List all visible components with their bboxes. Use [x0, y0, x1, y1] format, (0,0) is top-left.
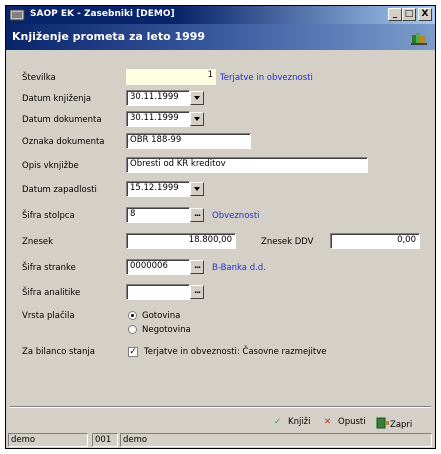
app-icon: [10, 9, 25, 21]
form-header: Knjiženje prometa za leto 1999: [6, 24, 435, 50]
znesek-input[interactable]: 18.800,00: [126, 233, 236, 249]
status-user: demo: [8, 433, 88, 447]
bookshelf-icon: [411, 33, 427, 45]
form-title: Knjiženje prometa za leto 1999: [12, 30, 206, 43]
opis-vknjizbe-input[interactable]: Obresti od KR kreditov: [126, 157, 368, 173]
title-bar[interactable]: SAOP EK - Zasebniki [DEMO] _ □ X: [6, 6, 435, 24]
sifra-analitike-label: Šifra analitike: [22, 288, 81, 298]
datum-zapadlosti-input[interactable]: 15.12.1999: [126, 181, 190, 197]
datum-knjizenja-input[interactable]: 30.11.1999: [126, 90, 190, 106]
znesek-ddv-label: Znesek DDV: [261, 237, 314, 247]
actions-divider: [10, 406, 431, 408]
sifra-stolpca-label: Šifra stolpca: [22, 211, 75, 221]
datum-zapadlosti-dropdown[interactable]: [190, 182, 204, 196]
stevilka-field[interactable]: 1: [126, 69, 216, 85]
sifra-stranke-label: Šifra stranke: [22, 263, 76, 273]
maximize-button[interactable]: □: [402, 8, 416, 21]
window-title: SAOP EK - Zasebniki [DEMO]: [30, 9, 175, 19]
datum-knjizenja-label: Datum knjiženja: [22, 94, 92, 104]
status-name: demo: [120, 433, 432, 447]
minimize-button[interactable]: _: [388, 8, 402, 21]
knjizi-label: Knjiži: [288, 417, 311, 427]
sifra-stolpca-note: Obveznosti: [212, 211, 260, 221]
sifra-stranke-lookup-button[interactable]: ...: [190, 260, 204, 274]
zapri-label: Zapri: [390, 420, 413, 430]
cross-icon: ✕: [324, 417, 332, 427]
sifra-analitike-input[interactable]: [126, 284, 190, 300]
status-bar: demo 001 demo: [6, 432, 435, 448]
checkmark-icon: ✓: [274, 417, 282, 427]
datum-dokumenta-dropdown[interactable]: [190, 112, 204, 126]
za-bilanco-label: Za bilanco stanja: [22, 347, 95, 357]
vrsta-placila-label: Vrsta plačila: [22, 311, 75, 321]
znesek-ddv-input[interactable]: 0,00: [330, 233, 420, 249]
datum-knjizenja-dropdown[interactable]: [190, 91, 204, 105]
sifra-stranke-note: B-Banka d.d.: [212, 263, 266, 273]
stevilka-label: Številka: [22, 73, 56, 83]
sifra-analitike-lookup-button[interactable]: ...: [190, 285, 204, 299]
opusti-label: Opusti: [338, 417, 366, 427]
app-window: SAOP EK - Zasebniki [DEMO] _ □ X Knjižen…: [5, 5, 436, 449]
knjizi-button[interactable]: ✓ Knjiži: [274, 417, 311, 433]
znesek-label: Znesek: [22, 237, 54, 247]
radio-negotovina[interactable]: [128, 325, 137, 334]
oznaka-dokumenta-input[interactable]: OBR 188-99: [126, 133, 251, 149]
opusti-button[interactable]: ✕ Opusti: [324, 417, 366, 433]
oznaka-dokumenta-label: Oznaka dokumenta: [22, 137, 105, 147]
datum-dokumenta-label: Datum dokumenta: [22, 115, 102, 125]
za-bilanco-checkbox[interactable]: ✓: [128, 347, 138, 357]
sifra-stolpca-input[interactable]: 8: [126, 207, 190, 223]
opis-vknjizbe-label: Opis vknjižbe: [22, 161, 79, 171]
zapri-button[interactable]: Zapri: [376, 417, 412, 433]
close-button[interactable]: X: [418, 8, 432, 21]
datum-dokumenta-input[interactable]: 30.11.1999: [126, 111, 190, 127]
za-bilanco-text: Terjatve in obveznosti: Časovne razmejit…: [144, 347, 327, 357]
radio-gotovina[interactable]: [128, 311, 137, 320]
radio-gotovina-label[interactable]: Gotovina: [142, 311, 180, 321]
sifra-stolpca-lookup-button[interactable]: ...: [190, 208, 204, 222]
radio-negotovina-label[interactable]: Negotovina: [142, 325, 191, 335]
sifra-stranke-input[interactable]: 0000006: [126, 259, 190, 275]
datum-zapadlosti-label: Datum zapadlosti: [22, 185, 97, 195]
status-code: 001: [92, 433, 118, 447]
door-exit-icon: [376, 417, 389, 429]
stevilka-note: Terjatve in obveznosti: [220, 73, 313, 83]
